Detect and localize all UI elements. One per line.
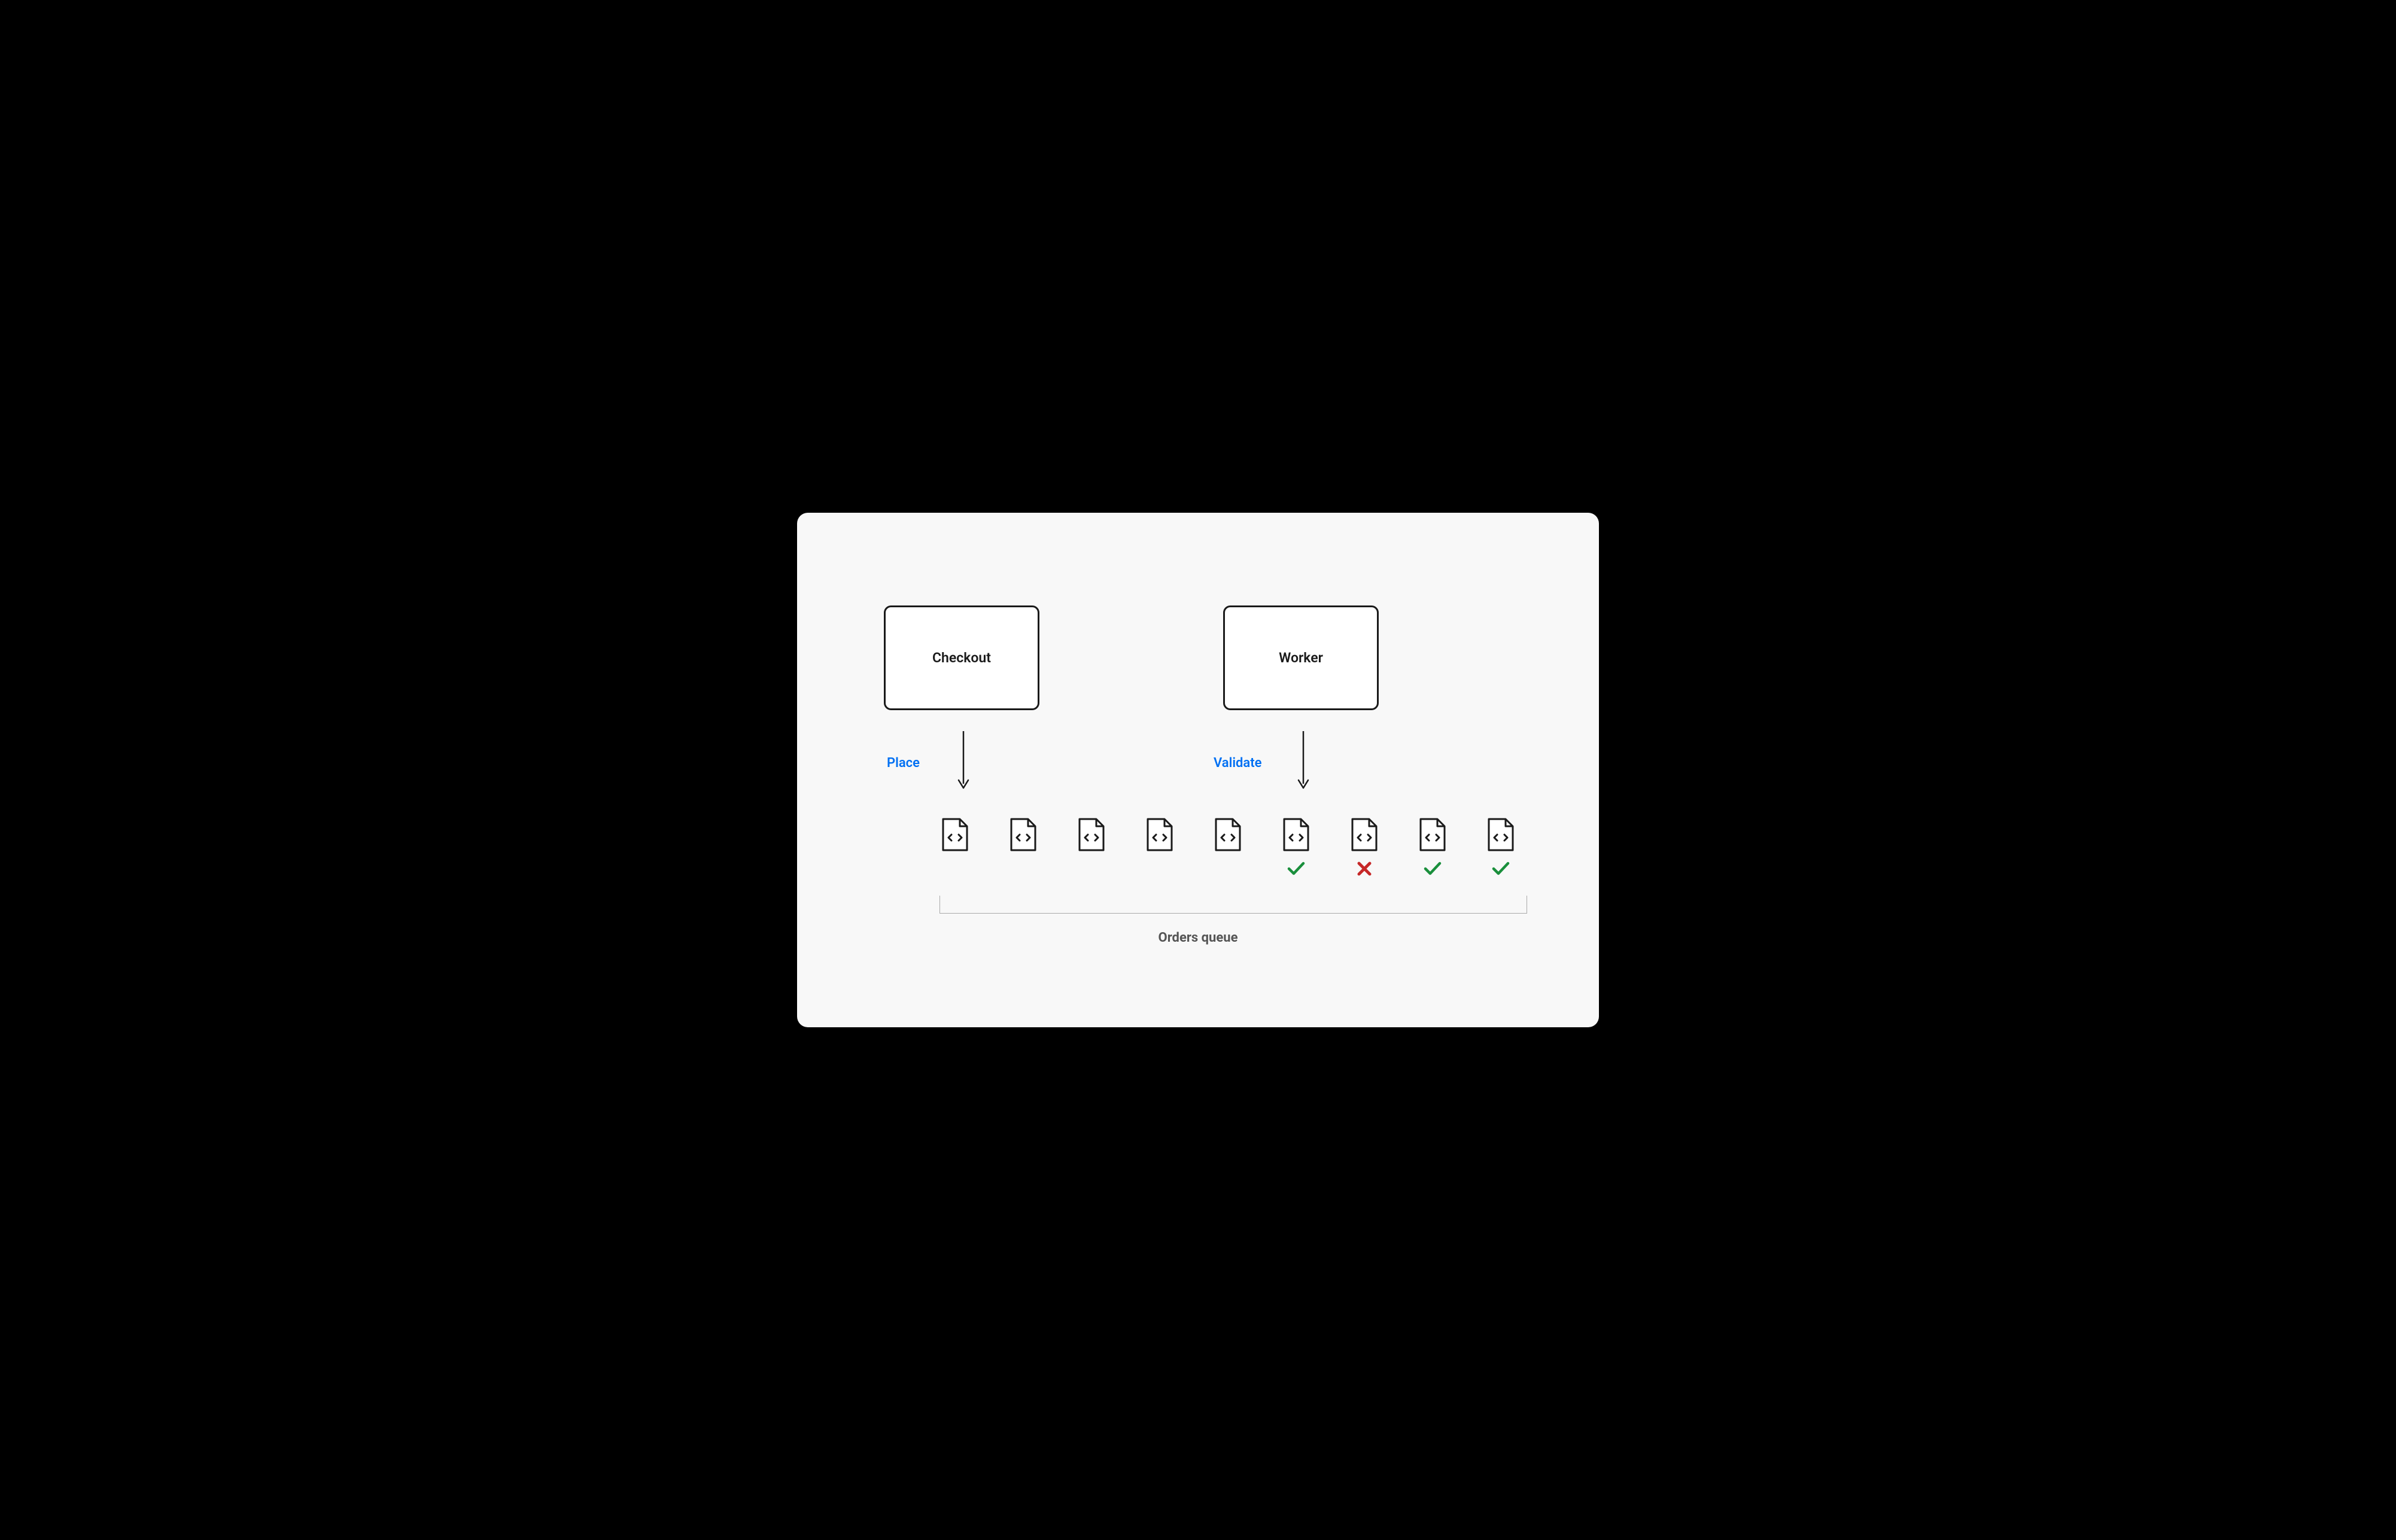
code-file-icon [1350, 818, 1379, 853]
code-file-icon [1486, 818, 1515, 853]
queue-item [1282, 818, 1310, 878]
check-icon [1287, 862, 1305, 876]
code-file-icon [941, 818, 969, 853]
cross-icon [1357, 861, 1372, 876]
orders-queue [941, 818, 1515, 878]
queue-item [1350, 818, 1379, 878]
check-icon [1424, 862, 1442, 876]
queue-item [1418, 818, 1447, 878]
code-file-icon [1418, 818, 1447, 853]
code-file-icon [1009, 818, 1038, 853]
worker-node-label: Worker [1279, 650, 1323, 666]
checkout-node: Checkout [884, 605, 1039, 710]
place-arrow [957, 731, 969, 793]
status-fail [1355, 860, 1373, 878]
place-action-label: Place [887, 756, 920, 771]
queue-item [1214, 818, 1242, 878]
code-file-icon [1282, 818, 1310, 853]
queue-item [1486, 818, 1515, 878]
diagram-canvas: Checkout Worker Place Validate [797, 513, 1599, 1027]
status-none [1151, 860, 1169, 878]
queue-item [1145, 818, 1174, 878]
status-pass [1287, 860, 1305, 878]
queue-label: Orders queue [797, 930, 1599, 945]
queue-bracket [939, 896, 1527, 914]
code-file-icon [1077, 818, 1106, 853]
queue-item [941, 818, 969, 878]
queue-item [1077, 818, 1106, 878]
status-none [946, 860, 964, 878]
status-pass [1492, 860, 1510, 878]
validate-arrow [1297, 731, 1309, 793]
code-file-icon [1145, 818, 1174, 853]
code-file-icon [1214, 818, 1242, 853]
status-none [1014, 860, 1032, 878]
checkout-node-label: Checkout [932, 650, 991, 666]
status-none [1219, 860, 1237, 878]
status-none [1083, 860, 1100, 878]
worker-node: Worker [1223, 605, 1379, 710]
check-icon [1492, 862, 1510, 876]
status-pass [1424, 860, 1442, 878]
validate-action-label: Validate [1214, 756, 1261, 771]
queue-item [1009, 818, 1038, 878]
